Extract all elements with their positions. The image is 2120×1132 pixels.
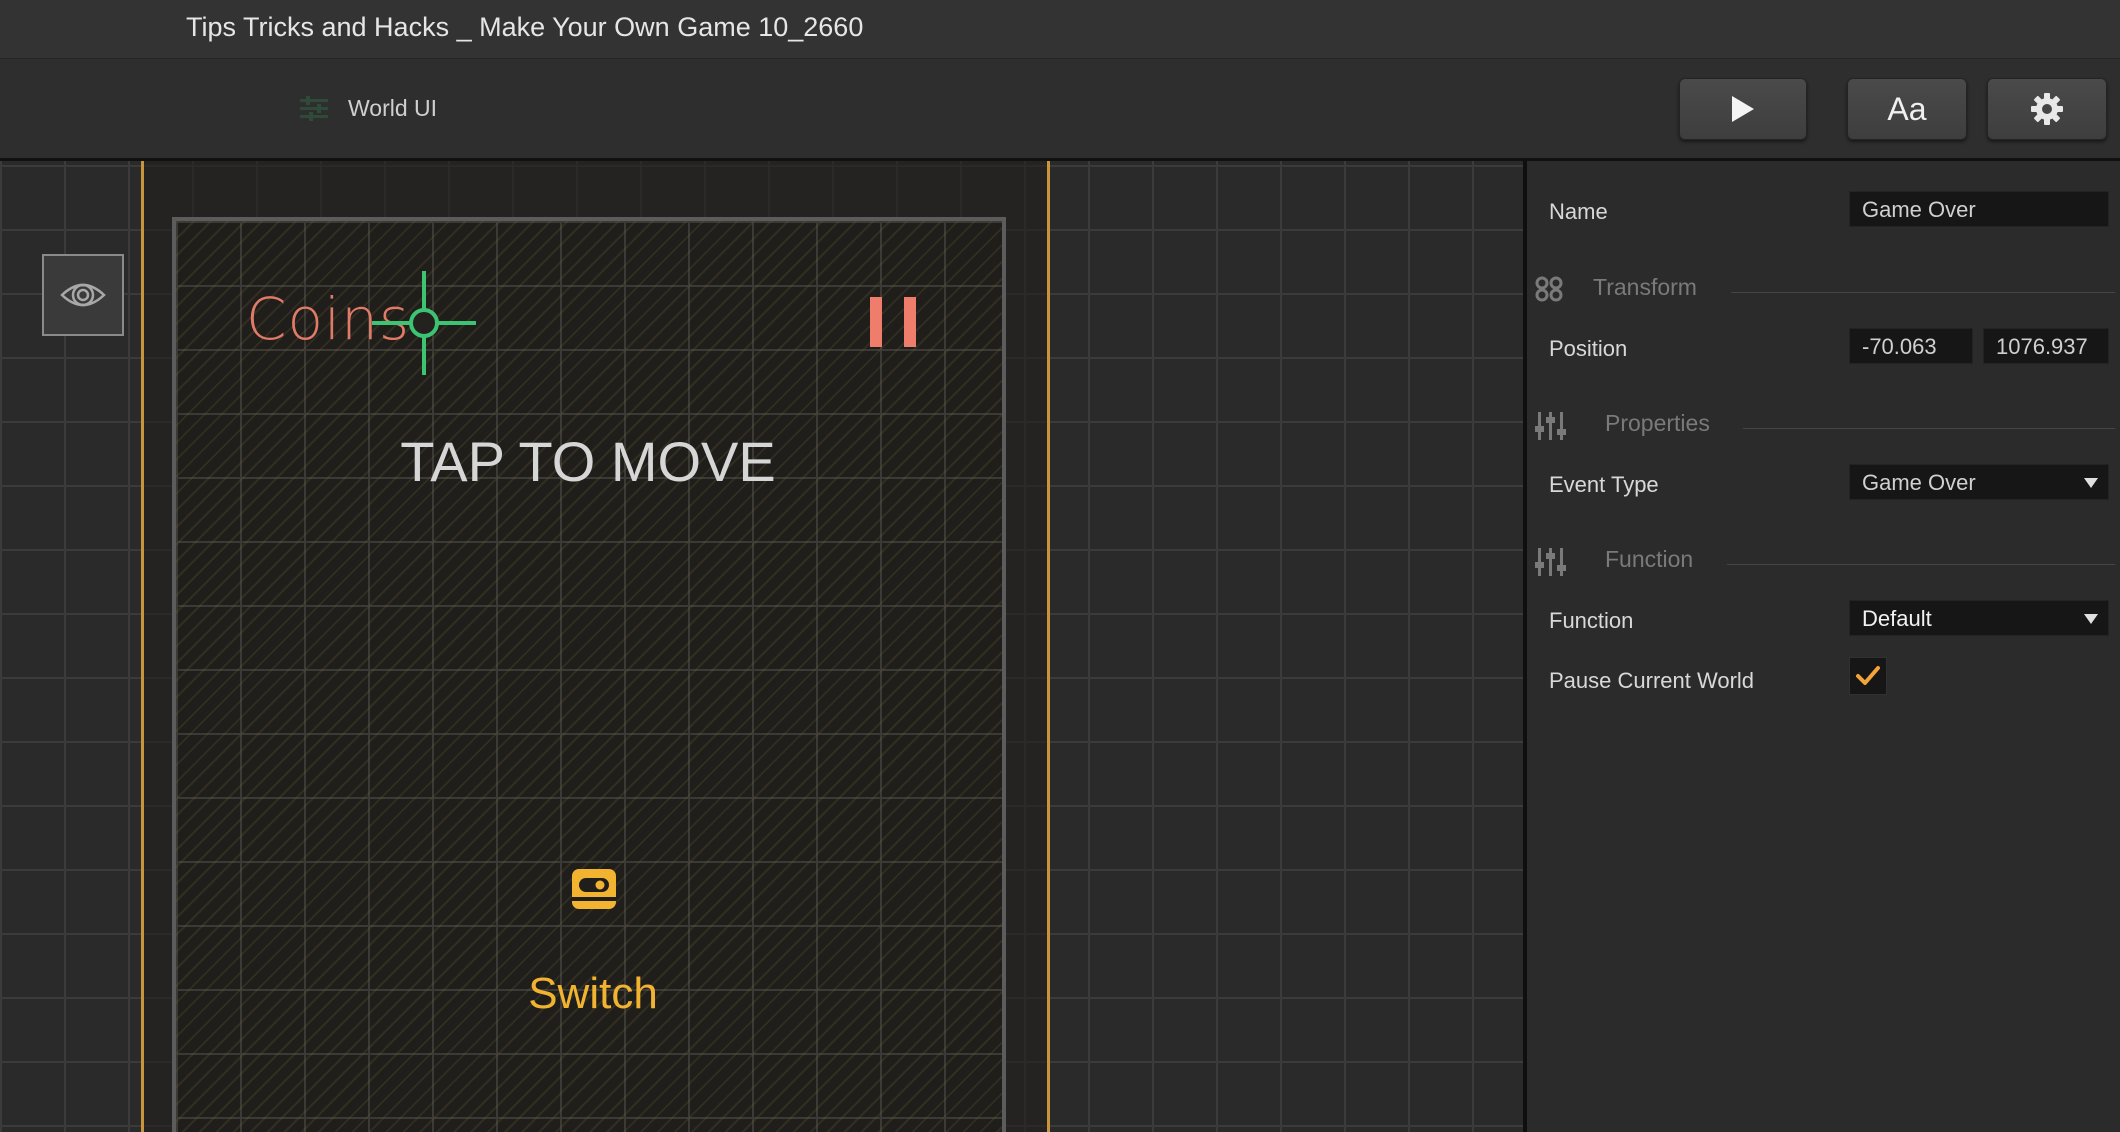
gear-icon (2031, 93, 2063, 125)
toolbar: World UI Aa (0, 59, 2120, 161)
position-x-input[interactable]: -70.063 (1849, 328, 1973, 364)
divider (1731, 292, 2115, 293)
checkmark-icon (1856, 666, 1880, 685)
font-button[interactable]: Aa (1847, 78, 1967, 140)
divider (1743, 428, 2115, 429)
scene-canvas[interactable]: Coins TAP TO MOVE Switch (0, 161, 1523, 1132)
crosshair-icon[interactable] (372, 271, 476, 375)
function-section-header[interactable]: Function (1535, 546, 2115, 576)
function-section-title: Function (1605, 546, 1694, 572)
function-value: Default (1862, 606, 1932, 631)
switch-icon[interactable] (570, 867, 618, 911)
sliders-icon (1535, 548, 1566, 576)
name-input[interactable]: Game Over (1849, 191, 2109, 227)
function-dropdown[interactable]: Default (1849, 600, 2109, 636)
window-title: Tips Tricks and Hacks _ Make Your Own Ga… (186, 12, 864, 42)
eye-icon (60, 283, 106, 307)
function-label: Function (1549, 608, 1634, 633)
inspector-panel: Name Game Over Transform Position -70.06… (1523, 161, 2120, 1132)
visibility-toggle[interactable] (42, 254, 124, 336)
name-label: Name (1549, 199, 1608, 224)
chevron-down-icon (2084, 614, 2098, 624)
position-y-input[interactable]: 1076.937 (1983, 328, 2109, 364)
pause-icon[interactable] (868, 297, 918, 347)
title-bar: Tips Tricks and Hacks _ Make Your Own Ga… (0, 0, 2120, 59)
properties-section-header[interactable]: Properties (1535, 410, 2115, 440)
pause-current-world-checkbox[interactable] (1849, 657, 1887, 695)
sliders-icon (300, 95, 328, 121)
event-type-value: Game Over (1862, 470, 1976, 495)
properties-title: Properties (1605, 410, 1710, 436)
event-type-dropdown[interactable]: Game Over (1849, 464, 2109, 500)
settings-button[interactable] (1987, 78, 2107, 140)
transform-section-header[interactable]: Transform (1535, 274, 2115, 304)
play-icon (1732, 96, 1754, 122)
chevron-down-icon (2084, 478, 2098, 488)
transform-icon (1535, 276, 1563, 302)
divider (1727, 564, 2115, 565)
event-type-label: Event Type (1549, 472, 1659, 497)
pause-current-world-label: Pause Current World (1549, 668, 1755, 693)
tap-to-move-text[interactable]: TAP TO MOVE (0, 429, 1176, 494)
switch-text[interactable]: Switch (0, 969, 1186, 1019)
position-label: Position (1549, 336, 1628, 361)
sliders-icon (1535, 412, 1566, 440)
play-button[interactable] (1679, 78, 1807, 140)
breadcrumb-label: World UI (348, 95, 438, 121)
breadcrumb[interactable]: World UI (300, 95, 437, 122)
transform-title: Transform (1593, 274, 1697, 300)
